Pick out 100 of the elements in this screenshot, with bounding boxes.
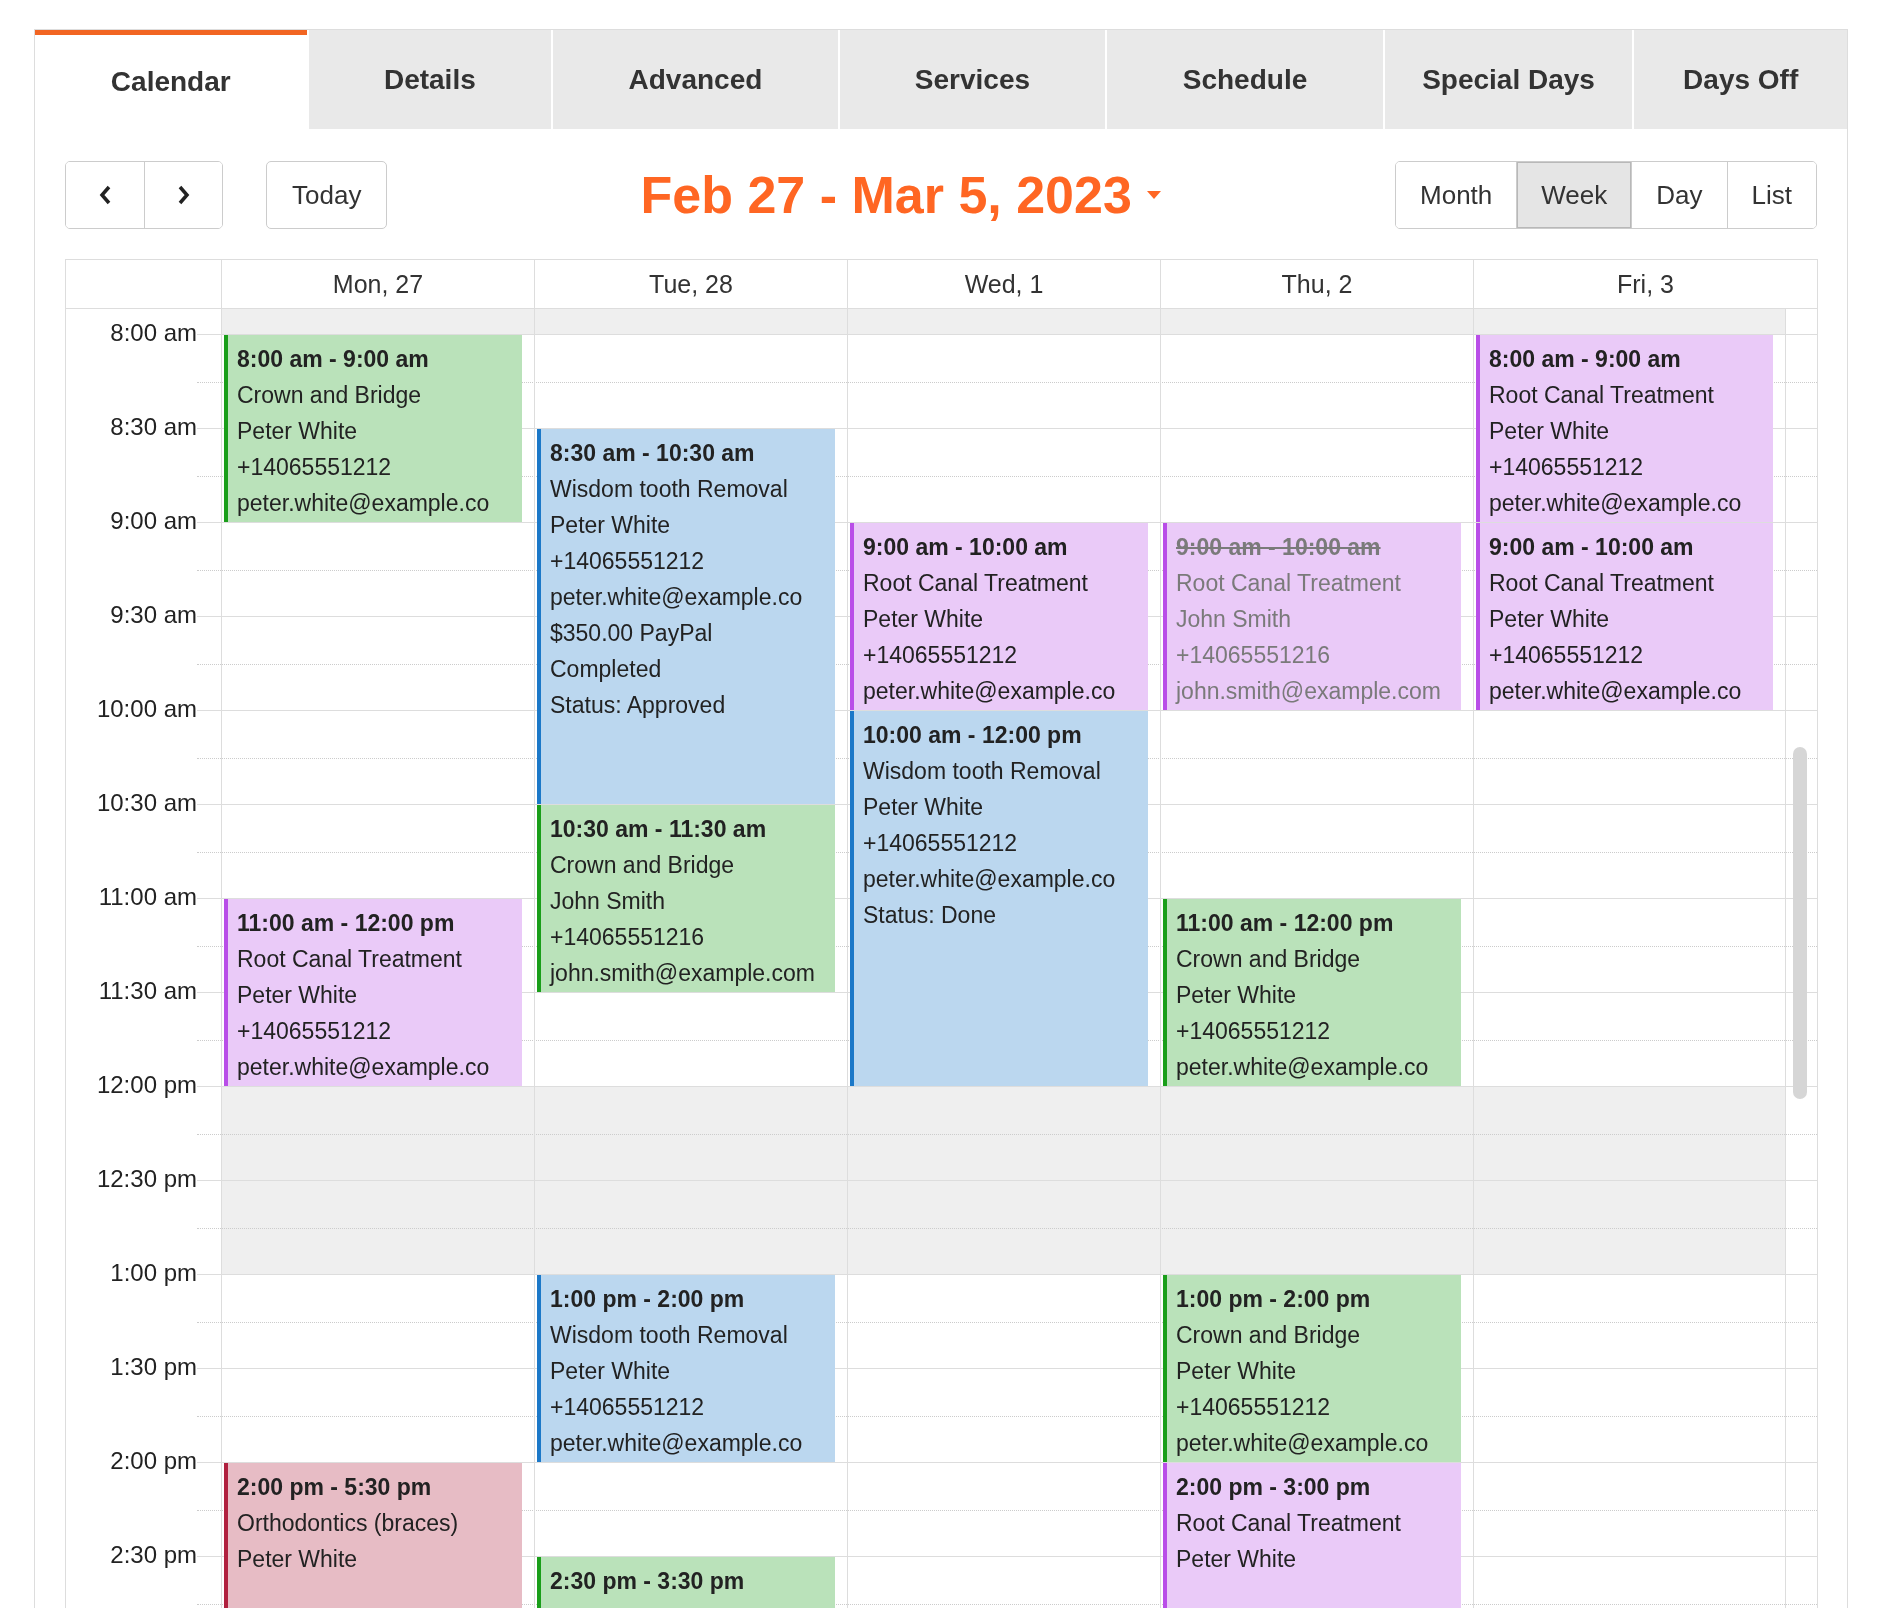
event-detail: Peter White [237, 1545, 359, 1574]
event-detail: Crown and Bridge [237, 381, 423, 410]
event-detail: Status: Done [863, 901, 997, 930]
event-time: 9:00 am - 10:00 am [1489, 533, 1695, 562]
event-detail: Peter White [1489, 417, 1611, 446]
event-detail: Peter White [863, 793, 985, 822]
today-button[interactable]: Today [266, 161, 388, 229]
event-detail: +14065551212 [550, 1393, 706, 1422]
event-detail: John Smith [1176, 605, 1293, 634]
tab[interactable]: Advanced [551, 30, 838, 129]
event-card[interactable]: 8:00 am - 9:00 am Root Canal Treatment Peter White +14065551212 peter.white@example.co [1476, 335, 1773, 522]
event-detail: Status: Approved [550, 691, 727, 720]
event-detail: +14065551212 [1489, 453, 1645, 482]
day-header: Fri, 3 [1473, 260, 1817, 308]
event-detail: +14065551212 [863, 641, 1019, 670]
tab[interactable]: Special Days [1382, 30, 1633, 129]
event-time: 10:00 am - 12:00 pm [863, 721, 1083, 750]
time-label: 2:00 pm [109, 1447, 197, 1476]
time-label: 12:30 pm [95, 1165, 197, 1194]
tab[interactable]: Days Off [1632, 30, 1847, 129]
event-detail: Crown and Bridge [550, 851, 736, 880]
time-label: 1:00 pm [109, 1259, 197, 1288]
event-detail: Peter White [237, 417, 359, 446]
event-detail: Wisdom tooth Removal [550, 475, 789, 504]
day-header: Mon, 27 [221, 260, 534, 308]
next-button[interactable] [144, 162, 222, 228]
tab[interactable]: Schedule [1105, 30, 1383, 129]
event-detail: Peter White [863, 605, 985, 634]
day-header: Thu, 2 [1160, 260, 1473, 308]
day-header: Tue, 28 [534, 260, 847, 308]
time-label: 8:00 am [109, 319, 197, 348]
tab[interactable]: Services [837, 30, 1106, 129]
event-card[interactable]: 1:00 pm - 2:00 pm Crown and Bridge Peter White +14065551212 peter.white@example.co [1163, 1275, 1461, 1462]
event-detail: peter.white@example.co [1176, 1053, 1429, 1082]
event-time: 8:00 am - 9:00 am [237, 345, 430, 374]
event-time: 9:00 am - 10:00 am [1176, 533, 1382, 562]
event-card[interactable]: 11:00 am - 12:00 pm Root Canal Treatment Peter White +14065551212 peter.white@example.co [224, 899, 522, 1086]
event-card[interactable]: 9:00 am - 10:00 am Root Canal Treatment Peter White +14065551212 peter.white@example.co [1476, 523, 1773, 710]
day-header: Wed, 1 [847, 260, 1160, 308]
event-time: 8:30 am - 10:30 am [550, 439, 756, 468]
tab[interactable]: Details [306, 30, 552, 129]
event-detail: +14065551216 [550, 923, 706, 952]
event-detail: Completed [550, 655, 663, 684]
event-detail: +14065551212 [237, 1017, 393, 1046]
event-card[interactable]: 11:00 am - 12:00 pm Crown and Bridge Peter White +14065551212 peter.white@example.co [1163, 899, 1461, 1086]
event-detail: Wisdom tooth Removal [550, 1321, 789, 1350]
event-detail: peter.white@example.co [237, 1053, 490, 1082]
event-time: 8:00 am - 9:00 am [1489, 345, 1682, 374]
event-detail: Wisdom tooth Removal [863, 757, 1102, 786]
event-detail: +14065551212 [863, 829, 1019, 858]
event-detail: Orthodontics (braces) [237, 1509, 459, 1538]
time-label: 10:00 am [95, 695, 197, 724]
event-time: 1:00 pm - 2:00 pm [1176, 1285, 1372, 1314]
event-time: 11:00 am - 12:00 pm [237, 909, 456, 938]
event-detail: Peter White [1489, 605, 1611, 634]
caret-icon[interactable] [1145, 190, 1162, 200]
time-label: 9:00 am [109, 507, 197, 536]
time-label: 2:30 pm [109, 1541, 197, 1570]
event-detail: John Smith [550, 887, 667, 916]
event-detail: +14065551212 [1489, 641, 1645, 670]
time-label: 9:30 am [109, 601, 197, 630]
event-detail: Peter White [1176, 1357, 1298, 1386]
event-detail: Peter White [1176, 981, 1298, 1010]
view-button[interactable]: Week [1516, 162, 1632, 228]
event-card[interactable]: 10:30 am - 11:30 am Crown and Bridge John Smith +14065551216 john.smith@example.com [537, 805, 835, 992]
time-label: 11:30 am [97, 977, 197, 1006]
time-label: 10:30 am [95, 789, 197, 818]
event-detail: peter.white@example.co [550, 1429, 803, 1458]
event-detail: Root Canal Treatment [1176, 1509, 1401, 1538]
event-card[interactable]: 10:00 am - 12:00 pm Wisdom tooth Removal Peter White +14065551212 peter.white@example.co Status: Done [850, 711, 1148, 1086]
event-time: 11:00 am - 12:00 pm [1176, 909, 1395, 938]
event-card[interactable]: 8:00 am - 9:00 am Crown and Bridge Peter White +14065551212 peter.white@example.co [224, 335, 522, 522]
chevron-right-icon [176, 184, 191, 206]
event-card[interactable]: 2:00 pm - 3:00 pm Root Canal Treatment Peter White [1163, 1463, 1461, 1608]
event-detail: peter.white@example.co [550, 583, 803, 612]
event-card[interactable]: 2:00 pm - 5:30 pm Orthodontics (braces) Peter White [224, 1463, 522, 1608]
event-detail: Peter White [550, 1357, 672, 1386]
time-label: 1:30 pm [109, 1353, 197, 1382]
event-time: 1:00 pm - 2:00 pm [550, 1285, 746, 1314]
event-card[interactable]: 2:30 pm - 3:30 pm [537, 1557, 835, 1608]
view-button[interactable]: List [1726, 162, 1816, 228]
time-label: 11:00 am [97, 883, 197, 912]
event-time: 10:30 am - 11:30 am [550, 815, 768, 844]
event-card[interactable]: 1:00 pm - 2:00 pm Wisdom tooth Removal Peter White +14065551212 peter.white@example.co [537, 1275, 835, 1462]
event-time: 2:00 pm - 5:30 pm [237, 1473, 433, 1502]
event-detail: Crown and Bridge [1176, 1321, 1362, 1350]
event-time: 2:00 pm - 3:00 pm [1176, 1473, 1372, 1502]
event-detail: Peter White [550, 511, 672, 540]
scrollbar[interactable] [1793, 747, 1807, 1099]
time-label: 8:30 am [109, 413, 197, 442]
event-detail: Root Canal Treatment [237, 945, 463, 974]
event-detail: peter.white@example.co [863, 865, 1116, 894]
event-detail: +14065551212 [237, 453, 393, 482]
event-detail: $350.00 PayPal [550, 619, 714, 648]
event-detail: peter.white@example.co [863, 677, 1116, 706]
event-detail: Crown and Bridge [1176, 945, 1362, 974]
event-card[interactable]: 8:30 am - 10:30 am Wisdom tooth Removal Peter White +14065551212 peter.white@example.co $350.00 PayPal Completed Status: Approved [537, 429, 835, 804]
event-detail: Root Canal Treatment [1176, 569, 1402, 598]
event-detail: peter.white@example.co [1489, 677, 1742, 706]
event-card[interactable]: 9:00 am - 10:00 am Root Canal Treatment Peter White +14065551212 peter.white@example.co [850, 523, 1148, 710]
